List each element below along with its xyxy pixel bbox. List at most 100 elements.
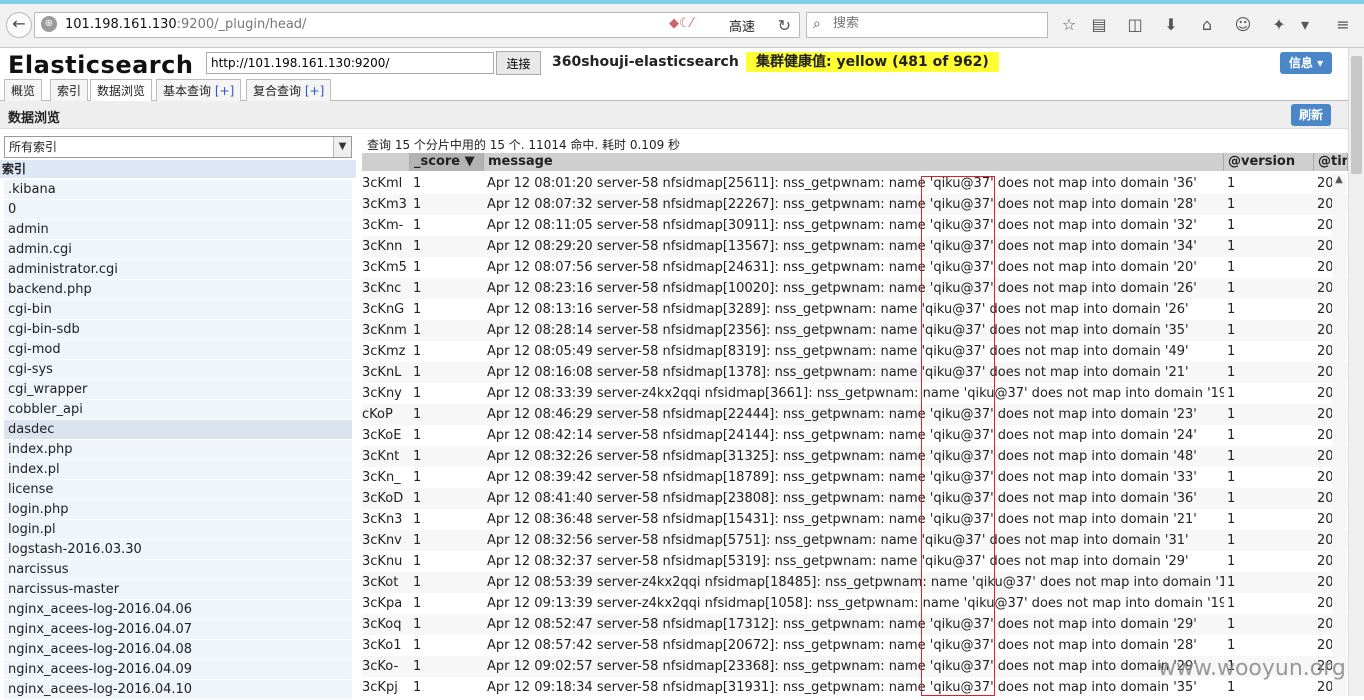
score-cell: 1	[413, 281, 422, 296]
table-row[interactable]: 3cKnn 1 Apr 12 08:29:20 server-58 nfsidmap…	[362, 236, 1348, 257]
index-list-item[interactable]: dasdec	[4, 420, 352, 440]
chevron-down-icon[interactable]: ▾	[1294, 14, 1316, 36]
table-row[interactable]: 3cKoD 1 Apr 12 08:41:40 server-58 nfsidmap…	[362, 488, 1348, 509]
table-row[interactable]: 3cKn3 1 Apr 12 08:36:48 server-58 nfsidmap…	[362, 509, 1348, 530]
pocket-icon[interactable]: ◫	[1124, 14, 1146, 36]
table-row[interactable]: 3cKnm 1 Apr 12 08:28:14 server-58 nfsidmap…	[362, 320, 1348, 341]
table-row[interactable]: 3cKn_ 1 Apr 12 08:39:42 server-58 nfsidmap…	[362, 467, 1348, 488]
table-row[interactable]: 3cKoq 1 Apr 12 08:52:47 server-58 nfsidmap…	[362, 614, 1348, 635]
index-list-item[interactable]: cgi-bin	[4, 300, 352, 320]
address-bar[interactable]: ⊕ 101.198.161.130:9200/_plugin/head/ ◆☾⁄…	[34, 12, 800, 38]
table-row[interactable]: cKoP 1 Apr 12 08:46:29 server-58 nfsidmap[…	[362, 404, 1348, 425]
version-cell: 1	[1227, 554, 1236, 569]
tab-overview[interactable]: 概览	[4, 79, 43, 101]
connect-url-input[interactable]	[206, 52, 494, 74]
table-row[interactable]: 3cKnc 1 Apr 12 08:23:16 server-58 nfsidmap…	[362, 278, 1348, 299]
globe-icon: ⊕	[41, 16, 57, 32]
index-list-item[interactable]: admin	[4, 220, 352, 240]
index-list-item[interactable]: license	[4, 480, 352, 500]
index-list-item[interactable]: nginx_acees-log-2016.04.08	[4, 640, 352, 660]
table-row[interactable]: 3cKm- 1 Apr 12 08:11:05 server-58 nfsidmap…	[362, 215, 1348, 236]
extension-icon[interactable]: ✦	[1268, 14, 1290, 36]
table-row[interactable]: 3cKpa 1 Apr 12 09:13:39 server-z4kx2qqi nf…	[362, 593, 1348, 614]
message-cell: Apr 12 08:41:40 server-58 nfsidmap[23808…	[487, 491, 1197, 506]
score-cell: 1	[413, 197, 422, 212]
index-list-item[interactable]: nginx_acees-log-2016.04.07	[4, 620, 352, 640]
results-scrollbar[interactable]: ▲	[1332, 174, 1346, 696]
index-list-item[interactable]: .kibana	[4, 180, 352, 200]
index-list-item[interactable]: 0	[4, 200, 352, 220]
tab-basic-query[interactable]: 基本查询 [+]	[156, 79, 242, 101]
index-list-item[interactable]: admin.cgi	[4, 240, 352, 260]
timestamp-column-header[interactable]: @tim	[1314, 153, 1348, 171]
index-list-item[interactable]: index.php	[4, 440, 352, 460]
index-list-item[interactable]: cgi-bin-sdb	[4, 320, 352, 340]
index-list-item[interactable]: cgi-sys	[4, 360, 352, 380]
index-list-item[interactable]: cobbler_api	[4, 400, 352, 420]
score-column-header[interactable]: _score ▼	[410, 153, 484, 171]
index-list-item[interactable]: narcissus-master	[4, 580, 352, 600]
connect-button[interactable]: 连接	[496, 51, 541, 75]
version-cell: 1	[1227, 239, 1236, 254]
table-row[interactable]: 3cKo1 1 Apr 12 08:57:42 server-58 nfsidmap…	[362, 635, 1348, 656]
search-input[interactable]	[833, 16, 1033, 31]
download-icon[interactable]: ⬇	[1160, 14, 1182, 36]
table-row[interactable]: 3cKnu 1 Apr 12 08:32:37 server-58 nfsidmap…	[362, 551, 1348, 572]
star-icon[interactable]: ☆	[1058, 14, 1080, 36]
index-list-item[interactable]: backend.php	[4, 280, 352, 300]
message-column-header[interactable]: message	[484, 153, 1224, 171]
message-cell: Apr 12 08:52:47 server-58 nfsidmap[17312…	[487, 617, 1197, 632]
page-scrollbar[interactable]	[1348, 48, 1364, 696]
reload-icon[interactable]: ↻	[778, 16, 791, 35]
table-row[interactable]: 3cKnt 1 Apr 12 08:32:26 server-58 nfsidmap…	[362, 446, 1348, 467]
scroll-thumb[interactable]	[1351, 56, 1362, 174]
search-box[interactable]: ⌕	[806, 12, 1048, 38]
refresh-button[interactable]: 刷新	[1291, 104, 1331, 126]
index-list-item[interactable]: nginx_acees-log-2016.04.09	[4, 660, 352, 680]
index-list-item[interactable]: nginx_acees-log-2016.04.06	[4, 600, 352, 620]
reading-list-icon[interactable]: ▤	[1088, 14, 1110, 36]
index-list-item[interactable]: cgi-mod	[4, 340, 352, 360]
message-cell: Apr 12 08:16:08 server-58 nfsidmap[1378]…	[487, 365, 1189, 380]
index-list-item[interactable]: cgi_wrapper	[4, 380, 352, 400]
index-list-item[interactable]: login.php	[4, 500, 352, 520]
score-cell: 1	[413, 659, 422, 674]
index-list-header: 索引	[0, 160, 356, 178]
message-cell: Apr 12 08:46:29 server-58 nfsidmap[22444…	[487, 407, 1197, 422]
table-row[interactable]: 3cKnL 1 Apr 12 08:16:08 server-58 nfsidmap…	[362, 362, 1348, 383]
home-icon[interactable]: ⌂	[1196, 14, 1218, 36]
index-sidebar: 所有索引 ▼ 索引 .kibana 0 admin admin.cgi administr…	[0, 134, 356, 700]
table-row[interactable]: 3cKm3 1 Apr 12 08:07:32 server-58 nfsidmap…	[362, 194, 1348, 215]
score-cell: 1	[413, 239, 422, 254]
version-column-header[interactable]: @version	[1224, 153, 1314, 171]
index-list-item[interactable]: nginx_acees-log-2016.04.10	[4, 680, 352, 700]
table-row[interactable]: 3cKoE 1 Apr 12 08:42:14 server-58 nfsidmap…	[362, 425, 1348, 446]
index-list-item[interactable]: narcissus	[4, 560, 352, 580]
id-cell: 3cKnL	[362, 365, 402, 380]
index-list-item[interactable]: administrator.cgi	[4, 260, 352, 280]
chat-icon[interactable]: ☺	[1232, 14, 1254, 36]
index-list-item[interactable]: logstash-2016.03.30	[4, 540, 352, 560]
table-row[interactable]: 3cKnG 1 Apr 12 08:13:16 server-58 nfsidmap…	[362, 299, 1348, 320]
info-button[interactable]: 信息 ▾	[1280, 52, 1332, 74]
message-cell: Apr 12 08:32:37 server-58 nfsidmap[5319]…	[487, 554, 1189, 569]
tab-indices[interactable]: 索引	[50, 79, 89, 101]
table-row[interactable]: 3cKny 1 Apr 12 08:33:39 server-z4kx2qqi nf…	[362, 383, 1348, 404]
score-cell: 1	[413, 365, 422, 380]
menu-icon[interactable]: ≡	[1332, 14, 1354, 36]
tab-browser[interactable]: 数据浏览	[90, 79, 153, 102]
table-row[interactable]: 3cKot 1 Apr 12 08:53:39 server-z4kx2qqi nf…	[362, 572, 1348, 593]
id-cell: 3cKoq	[362, 617, 402, 632]
table-row[interactable]: 3cKnv 1 Apr 12 08:32:56 server-58 nfsidmap…	[362, 530, 1348, 551]
table-row[interactable]: 3cKm5 1 Apr 12 08:07:56 server-58 nfsidmap…	[362, 257, 1348, 278]
id-cell: 3cKoD	[362, 491, 404, 506]
browser-toolbar: ← ⊕ 101.198.161.130:9200/_plugin/head/ ◆…	[0, 0, 1364, 48]
back-button[interactable]: ←	[6, 12, 32, 38]
index-list-item[interactable]: index.pl	[4, 460, 352, 480]
index-select[interactable]: 所有索引 ▼	[4, 136, 352, 158]
table-row[interactable]: 3cKml 1 Apr 12 08:01:20 server-58 nfsidmap…	[362, 173, 1348, 194]
version-cell: 1	[1227, 323, 1236, 338]
tab-complex-query[interactable]: 复合查询 [+]	[246, 79, 332, 101]
index-list-item[interactable]: login.pl	[4, 520, 352, 540]
table-row[interactable]: 3cKmz 1 Apr 12 08:05:49 server-58 nfsidmap…	[362, 341, 1348, 362]
